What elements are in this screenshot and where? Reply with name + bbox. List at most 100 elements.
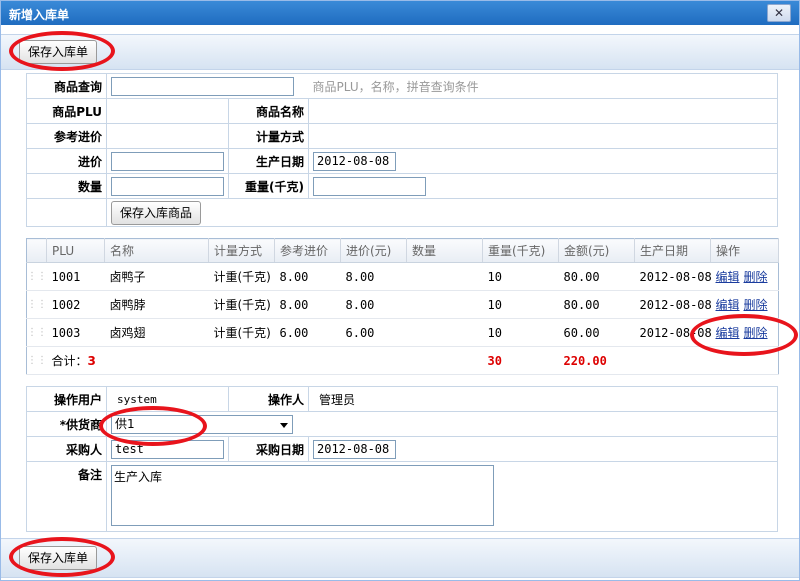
cell-ref-price: 6.00	[274, 318, 341, 347]
cell-plu: 1003	[46, 318, 105, 347]
window-title: 新增入库单	[9, 8, 70, 22]
product-query-label: 商品查询	[26, 73, 107, 99]
quantity-input[interactable]	[111, 176, 224, 196]
save-item-button[interactable]: 保存入库商品	[111, 201, 202, 225]
cell-plu: 1001	[46, 262, 105, 291]
delete-link[interactable]: 删除	[744, 270, 768, 284]
cell-plu: 1002	[46, 290, 105, 319]
cell-weight: 10	[482, 318, 559, 347]
drag-handle-icon: ⋮⋮	[26, 346, 47, 375]
weight-label: 重量(千克)	[228, 173, 309, 199]
buyer-input[interactable]: test	[111, 439, 224, 459]
col-price[interactable]: 进价(元)	[340, 238, 407, 263]
col-measure[interactable]: 计量方式	[208, 238, 275, 263]
ref-price-value	[106, 123, 229, 149]
col-qty[interactable]: 数量	[406, 238, 483, 263]
drag-handle-icon[interactable]: ⋮⋮	[26, 262, 47, 291]
col-name[interactable]: 名称	[104, 238, 209, 263]
col-amount[interactable]: 金额(元)	[558, 238, 635, 263]
measure-value	[308, 123, 778, 149]
chevron-down-icon	[280, 422, 288, 428]
price-label: 进价	[26, 148, 107, 174]
note-label: 备注	[26, 461, 107, 532]
product-query-input[interactable]	[111, 76, 294, 96]
cell-weight: 10	[482, 290, 559, 319]
cell-date: 2012-08-08	[634, 290, 711, 319]
cell-qty	[406, 290, 483, 319]
bottom-toolbar: 保存入库单	[1, 538, 799, 578]
col-date[interactable]: 生产日期	[634, 238, 711, 263]
summary-weight-total: 30	[482, 346, 559, 375]
item-grid: PLU 名称 计量方式 参考进价 进价(元) 数量 重量(千克) 金额(元) 生…	[26, 238, 779, 375]
title-bar: 新增入库单 ✕	[1, 1, 799, 25]
save-order-button-top[interactable]: 保存入库单	[19, 40, 98, 64]
col-weight[interactable]: 重量(千克)	[482, 238, 559, 263]
drag-handle-icon[interactable]: ⋮⋮	[26, 318, 47, 347]
save-order-button-bottom[interactable]: 保存入库单	[19, 546, 98, 570]
supplier-select[interactable]: 供1	[111, 414, 293, 434]
edit-link[interactable]: 编辑	[716, 270, 740, 284]
weight-input[interactable]	[313, 176, 426, 196]
table-row[interactable]: ⋮⋮ 1001 卤鸭子 计重(千克) 8.00 8.00 10 80.00 20…	[26, 262, 779, 291]
delete-link[interactable]: 删除	[744, 298, 768, 312]
cell-weight: 10	[482, 262, 559, 291]
price-input[interactable]	[111, 151, 224, 171]
edit-link[interactable]: 编辑	[716, 298, 740, 312]
supplier-selected-value: 供1	[115, 416, 135, 431]
purchase-date-label: 采购日期	[228, 436, 309, 462]
col-plu[interactable]: PLU	[46, 238, 105, 263]
grid-header-row: PLU 名称 计量方式 参考进价 进价(元) 数量 重量(千克) 金额(元) 生…	[26, 238, 779, 263]
operator-label: 操作人	[228, 386, 309, 412]
cell-ref-price: 8.00	[274, 262, 341, 291]
cell-price: 8.00	[340, 262, 407, 291]
quantity-label: 数量	[26, 173, 107, 199]
cell-price: 6.00	[340, 318, 407, 347]
cell-amount: 60.00	[558, 318, 635, 347]
operator-user-label: 操作用户	[26, 386, 107, 412]
col-ref-price[interactable]: 参考进价	[274, 238, 341, 263]
cell-name: 卤鸭子	[104, 262, 209, 291]
cell-name: 卤鸭脖	[104, 290, 209, 319]
summary-amount-total: 220.00	[558, 346, 635, 375]
order-info-form: 操作用户 system 操作人 管理员 *供货商 供1 采购人 test 采购日…	[26, 386, 778, 532]
operator-user-value: system	[106, 386, 229, 412]
table-row[interactable]: ⋮⋮ 1003 卤鸡翅 计重(千克) 6.00 6.00 10 60.00 20…	[26, 318, 779, 347]
summary-count: 3	[87, 354, 96, 368]
cell-measure: 计重(千克)	[208, 318, 275, 347]
product-entry-form: 商品查询 商品PLU，名称，拼音查询条件 商品PLU 商品名称 参考进价 计量方…	[26, 73, 778, 227]
summary-label: 合计：	[51, 354, 88, 368]
cell-measure: 计重(千克)	[208, 262, 275, 291]
cell-actions: 编辑 删除	[710, 290, 779, 319]
cell-qty	[406, 318, 483, 347]
cell-ref-price: 8.00	[274, 290, 341, 319]
cell-amount: 80.00	[558, 290, 635, 319]
operator-value: 管理员	[308, 386, 778, 412]
cell-price: 8.00	[340, 290, 407, 319]
edit-link[interactable]: 编辑	[716, 326, 740, 340]
drag-handle-icon[interactable]: ⋮⋮	[26, 290, 47, 319]
note-textarea[interactable]: 生产入库	[111, 465, 494, 526]
cell-amount: 80.00	[558, 262, 635, 291]
product-name-value	[308, 98, 778, 124]
production-date-input[interactable]: 2012-08-08	[313, 151, 396, 171]
summary-row: ⋮⋮ 合计：3 30 220.00	[26, 346, 779, 375]
cell-date: 2012-08-08	[634, 318, 711, 347]
purchase-date-input[interactable]: 2012-08-08	[313, 439, 396, 459]
col-actions: 操作	[710, 238, 779, 263]
ref-price-label: 参考进价	[26, 123, 107, 149]
product-plu-label: 商品PLU	[26, 98, 107, 124]
cell-qty	[406, 262, 483, 291]
close-icon[interactable]: ✕	[767, 4, 791, 22]
cell-actions: 编辑 删除	[710, 262, 779, 291]
table-row[interactable]: ⋮⋮ 1002 卤鸭脖 计重(千克) 8.00 8.00 10 80.00 20…	[26, 290, 779, 319]
cell-actions: 编辑 删除	[710, 318, 779, 347]
supplier-label: *供货商	[26, 411, 107, 437]
top-toolbar: 保存入库单	[1, 34, 799, 70]
production-date-label: 生产日期	[228, 148, 309, 174]
measure-label: 计量方式	[228, 123, 309, 149]
delete-link[interactable]: 删除	[744, 326, 768, 340]
cell-name: 卤鸡翅	[104, 318, 209, 347]
cell-date: 2012-08-08	[634, 262, 711, 291]
product-name-label: 商品名称	[228, 98, 309, 124]
product-query-hint: 商品PLU，名称，拼音查询条件	[312, 79, 479, 94]
